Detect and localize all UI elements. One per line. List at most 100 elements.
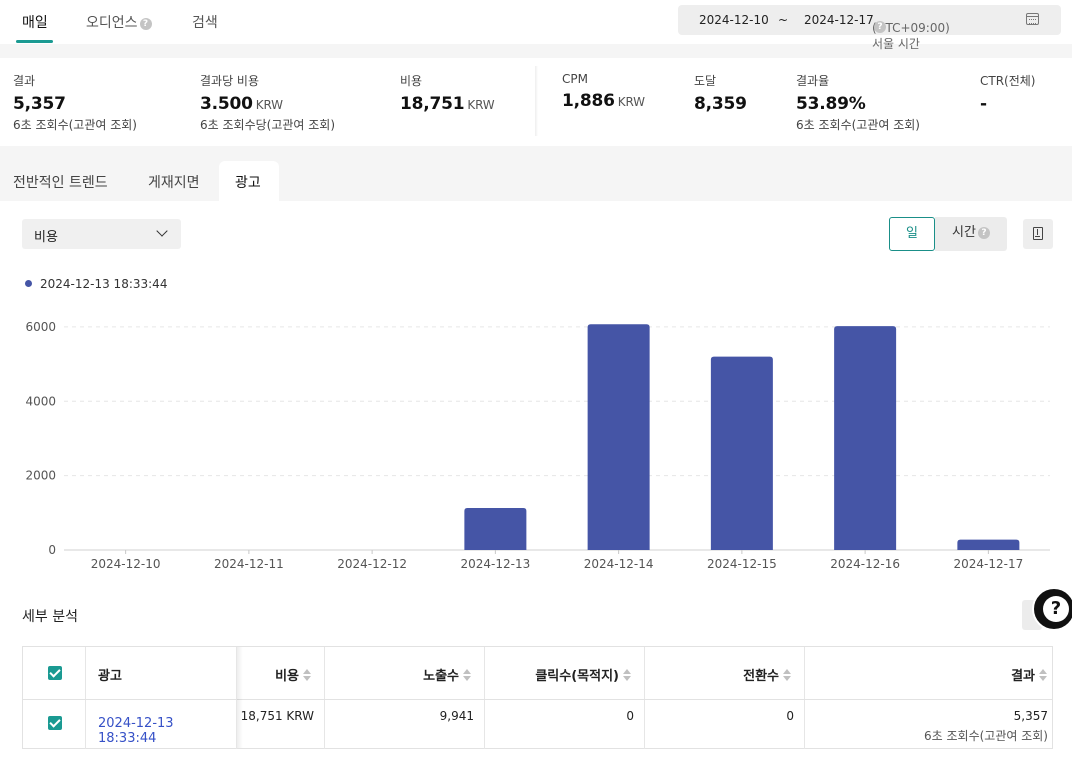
granularity-hour-button[interactable]: 시간? [935, 217, 1007, 251]
metric-unit: KRW [467, 98, 495, 112]
tab-audience-label: 오디언스 [86, 15, 138, 31]
row-checkbox[interactable] [48, 716, 62, 730]
chart-bar[interactable] [957, 539, 1020, 550]
header-cost-text: 비용 [275, 669, 299, 684]
select-all-checkbox[interactable] [48, 666, 62, 680]
tab-ads[interactable]: 광고 [235, 172, 261, 192]
metric-number: 5,357 [13, 94, 66, 114]
main-panel: 비용 일 시간? 2024-12-13 18:33:44 0 2000 4000 60… [0, 201, 1072, 760]
cost-value: 18,751 KRW [240, 709, 314, 723]
header-ad[interactable]: 광고 [86, 647, 237, 699]
chart-bar[interactable] [464, 507, 527, 550]
date-start: 2024-12-10 [699, 13, 769, 27]
tab-search[interactable]: 검색 [192, 12, 218, 32]
header-result-label: 결과 [1011, 665, 1048, 684]
active-tab-indicator [16, 40, 53, 43]
header-select-all [23, 647, 86, 699]
date-separator: ~ [778, 13, 789, 27]
y-tick-label: 0 [48, 543, 56, 557]
metric-select[interactable]: 비용 [22, 219, 181, 249]
metric-result-rate: 결과율 53.89% 6초 조회수(고관여 조회) [796, 72, 920, 133]
metric-sub: 6초 조회수당(고관여 조회) [200, 118, 336, 132]
metric-label: 비용 [400, 74, 423, 88]
date-end: 2024-12-17 [804, 13, 874, 27]
metric-value: 18,751 KRW [400, 94, 495, 114]
x-tick-label: 2024-12-14 [584, 557, 654, 571]
metric-label: 결과 [13, 74, 36, 88]
row-conversions-cell: 0 [645, 700, 805, 749]
sort-icon[interactable] [783, 669, 792, 681]
granularity-day-button[interactable]: 일 [889, 217, 935, 251]
metric-ctr: CTR(전체) - [980, 72, 1036, 114]
date-range-picker[interactable]: 2024-12-10 ~ 2024-12-17 (UTC+09:00) 서울 시… [678, 5, 1061, 51]
download-button[interactable] [1023, 219, 1053, 249]
tab-placements[interactable]: 게재지면 [148, 172, 200, 192]
y-tick-label: 2000 [25, 469, 56, 483]
help-icon[interactable]: ? [874, 21, 886, 33]
chart-bar[interactable] [834, 326, 897, 550]
metric-number: 3.500 [200, 94, 253, 114]
sort-icon[interactable] [623, 669, 632, 681]
header-conversions-label: 전환수 [743, 665, 792, 684]
calendar-icon[interactable] [1026, 13, 1039, 25]
y-tick-label: 6000 [25, 320, 56, 334]
header-conversions[interactable]: 전환수 [645, 647, 805, 699]
header-impressions-text: 노출수 [423, 669, 459, 684]
header-impressions-label: 노출수 [423, 665, 472, 684]
header-ad-label: 광고 [98, 669, 122, 684]
header-clicks[interactable]: 클릭수(목적지) [485, 647, 645, 699]
breakdown-table: 광고 비용 노출수 클릭수(목적지) 전환수 결과 2024-12-13 18:… [22, 646, 1053, 749]
clicks-value: 0 [626, 709, 634, 723]
sort-icon[interactable] [463, 669, 472, 681]
metric-number: 1,886 [562, 91, 615, 111]
chart-bar[interactable] [587, 324, 650, 550]
help-icon[interactable]: ? [139, 18, 152, 30]
sort-icon[interactable] [1039, 669, 1048, 681]
metric-divider [535, 66, 538, 136]
impressions-value: 9,941 [439, 709, 474, 723]
result-value: 5,357 [1013, 709, 1048, 723]
header-cost[interactable]: 비용 [237, 647, 325, 699]
x-axis: 2024-12-10 2024-12-11 2024-12-12 2024-12-13… [91, 550, 1024, 571]
metric-value: 3.500 KRW [200, 94, 335, 114]
metric-cpm: CPM 1,886 KRW [562, 72, 645, 111]
legend-color-swatch [25, 280, 32, 287]
metric-sub: 6초 조회수(고관여 조회) [796, 118, 920, 132]
metrics-bar: 결과 5,357 6초 조회수(고관여 조회) 결과당 비용 3.500 KRW … [0, 58, 1072, 146]
y-tick-label: 4000 [25, 394, 56, 408]
sort-icon[interactable] [303, 669, 312, 681]
header-result[interactable]: 결과 [805, 647, 1052, 699]
sticky-column-shadow [237, 647, 243, 748]
help-button[interactable]: ? [1032, 587, 1072, 631]
x-tick-label: 2024-12-15 [707, 557, 777, 571]
top-navigation: 매일 오디언스? 검색 2024-12-10 ~ 2024-12-17 (UTC… [0, 0, 1072, 51]
header-impressions[interactable]: 노출수 [325, 647, 485, 699]
header-conversions-text: 전환수 [743, 669, 779, 684]
conversions-value: 0 [786, 709, 794, 723]
help-icon[interactable]: ? [977, 227, 990, 239]
result-sub-value: 6초 조회수(고관여 조회) [924, 729, 1048, 743]
row-result-cell: 5,357 6초 조회수(고관여 조회) [805, 700, 1052, 749]
bar-chart: 0200040006000 2024-12-10 2024-12-11 2024-1… [25, 320, 1050, 571]
x-tick-label: 2024-12-13 [461, 557, 531, 571]
chart-grid [64, 326, 1050, 551]
x-tick-label: 2024-12-12 [337, 557, 407, 571]
tab-overall-trend[interactable]: 전반적인 트렌드 [13, 172, 108, 192]
header-cost-label: 비용 [275, 665, 312, 684]
tab-daily[interactable]: 매일 [22, 12, 48, 32]
metric-result: 결과 5,357 6초 조회수(고관여 조회) [13, 72, 137, 133]
chart-bar[interactable] [710, 356, 773, 550]
metric-sub: 6초 조회수(고관여 조회) [13, 118, 137, 132]
x-tick-label: 2024-12-17 [954, 557, 1024, 571]
metric-label: CTR(전체) [980, 74, 1036, 88]
chart-bars[interactable] [464, 324, 1020, 550]
tab-audience[interactable]: 오디언스? [86, 12, 152, 32]
x-tick-label: 2024-12-11 [214, 557, 284, 571]
ad-link[interactable]: 2024-12-13 18:33:44 [98, 716, 236, 746]
metric-cost-per-result: 결과당 비용 3.500 KRW 6초 조회수당(고관여 조회) [200, 72, 335, 133]
chart-legend[interactable]: 2024-12-13 18:33:44 [25, 277, 167, 291]
x-tick-label: 2024-12-16 [830, 557, 900, 571]
metric-cost: 비용 18,751 KRW [400, 72, 495, 114]
header-result-text: 결과 [1011, 669, 1035, 684]
header-clicks-text: 클릭수(목적지) [535, 669, 619, 684]
